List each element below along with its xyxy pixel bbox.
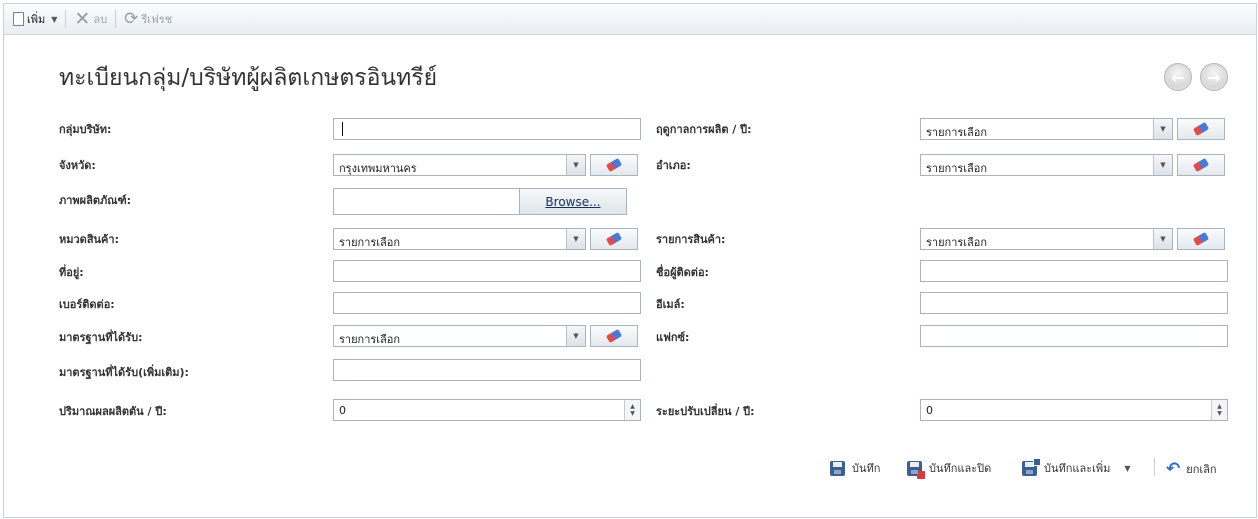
eraser-icon [1192, 158, 1210, 172]
undo-icon: ↶ [1166, 459, 1181, 479]
phone-input[interactable] [333, 292, 641, 314]
group-company-input[interactable] [333, 118, 641, 140]
fax-label: แฟกซ์: [656, 331, 690, 344]
district-clear-button[interactable] [1177, 154, 1225, 176]
chevron-down-icon[interactable]: ▼ [1153, 119, 1172, 139]
conversion-period-label: ระยะปรับเปลี่ยน / ปี: [656, 405, 755, 418]
delete-button[interactable]: ✕ ลบ [71, 7, 110, 31]
chevron-down-icon[interactable]: ▼ [1153, 229, 1172, 249]
action-separator [1154, 458, 1155, 476]
save-and-add-button-label: บันทึกและเพิ่ม [1044, 462, 1111, 475]
standard-value: รายการเลือก [339, 333, 401, 346]
yield-per-year-value: 0 [339, 404, 346, 417]
product-category-label: หมวดสินค้า: [59, 233, 119, 246]
contact-name-input[interactable] [920, 260, 1228, 282]
add-button-label: เพิ่ม [27, 13, 46, 26]
product-category-select[interactable]: รายการเลือก ▼ [333, 228, 586, 250]
refresh-button[interactable]: ⟳ รีเฟรช [121, 7, 175, 31]
delete-button-label: ลบ [93, 13, 108, 26]
address-input[interactable] [333, 260, 641, 282]
product-item-select[interactable]: รายการเลือก ▼ [920, 228, 1173, 250]
yield-per-year-spinner[interactable]: 0 ▲ ▼ [333, 399, 641, 421]
address-label: ที่อยู่: [59, 266, 84, 279]
chevron-down-icon[interactable]: ▼ [1124, 464, 1130, 473]
refresh-icon: ⟳ [124, 8, 139, 29]
arrow-left-icon: ← [1171, 67, 1185, 87]
save-button[interactable]: บันทึก [830, 459, 880, 477]
toolbar: เพิ่ม ▼ ✕ ลบ ⟳ รีเฟรช [4, 4, 1256, 35]
email-label: อีเมล์: [656, 298, 685, 311]
production-season-value: รายการเลือก [926, 126, 988, 139]
chevron-down-icon[interactable]: ▼ [1153, 155, 1172, 175]
save-disk-icon [830, 460, 845, 476]
new-document-icon [13, 12, 24, 26]
district-select[interactable]: รายการเลือก ▼ [920, 154, 1173, 176]
chevron-down-icon[interactable]: ▼ [566, 326, 585, 346]
cancel-button-label: ยกเลิก [1186, 463, 1217, 476]
eraser-icon [1192, 122, 1210, 136]
production-season-label: ฤดูกาลการผลิต / ปี: [656, 123, 752, 136]
save-and-close-button-label: บันทึกและปิด [929, 462, 992, 475]
province-clear-button[interactable] [590, 154, 638, 176]
delete-x-icon: ✕ [74, 7, 91, 30]
spinner-arrows-icon[interactable]: ▲ ▼ [624, 400, 640, 420]
next-record-button[interactable]: → [1200, 63, 1228, 91]
refresh-button-label: รีเฟรช [141, 13, 173, 26]
conversion-period-spinner[interactable]: 0 ▲ ▼ [920, 399, 1228, 421]
province-select[interactable]: กรุงเทพมหานคร ▼ [333, 154, 586, 176]
toolbar-separator [115, 10, 117, 28]
browse-button[interactable]: Browse... [519, 188, 627, 215]
window-frame: เพิ่ม ▼ ✕ ลบ ⟳ รีเฟรช ทะเบียนกลุ่ม/บริษั… [3, 3, 1257, 518]
fax-input[interactable] [920, 325, 1228, 347]
product-category-value: รายการเลือก [339, 236, 401, 249]
previous-record-button[interactable]: ← [1164, 63, 1192, 91]
eraser-icon [605, 232, 623, 246]
yield-per-year-label: ปริมาณผลผลิตตัน / ปี: [59, 405, 167, 418]
standard-select[interactable]: รายการเลือก ▼ [333, 325, 586, 347]
product-item-value: รายการเลือก [926, 236, 988, 249]
standard-extra-input[interactable] [333, 359, 641, 381]
standard-clear-button[interactable] [590, 325, 638, 347]
email-input[interactable] [920, 292, 1228, 314]
production-season-select[interactable]: รายการเลือก ▼ [920, 118, 1173, 140]
chevron-down-icon[interactable]: ▼ [51, 15, 57, 24]
page-title: ทะเบียนกลุ่ม/บริษัทผู้ผลิตเกษตรอินทรีย์ [59, 65, 438, 91]
eraser-icon [605, 158, 623, 172]
product-item-label: รายการสินค้า: [656, 233, 726, 246]
eraser-icon [605, 329, 623, 343]
save-close-icon [907, 460, 925, 479]
group-company-label: กลุ่มบริษัท: [59, 123, 112, 136]
standard-extra-label: มาตรฐานที่ได้รับ(เพิ่มเติม): [59, 366, 189, 379]
spinner-arrows-icon[interactable]: ▲ ▼ [1211, 400, 1227, 420]
product-image-file-input[interactable] [333, 188, 520, 215]
toolbar-separator [65, 10, 67, 28]
arrow-right-icon: → [1207, 67, 1221, 87]
standard-label: มาตรฐานที่ได้รับ: [59, 331, 143, 344]
save-button-label: บันทึก [852, 462, 881, 475]
save-and-add-button[interactable]: บันทึกและเพิ่ม ▼ [1022, 457, 1131, 477]
product-category-clear-button[interactable] [590, 228, 638, 250]
production-season-clear-button[interactable] [1177, 118, 1225, 140]
district-label: อำเภอ: [656, 159, 691, 172]
conversion-period-value: 0 [926, 404, 933, 417]
cancel-button[interactable]: ↶ ยกเลิก [1166, 459, 1217, 479]
phone-label: เบอร์ติดต่อ: [59, 298, 115, 311]
product-image-label: ภาพผลิตภัณฑ์: [59, 194, 131, 207]
add-button[interactable]: เพิ่ม ▼ [10, 7, 60, 31]
chevron-down-icon[interactable]: ▼ [566, 229, 585, 249]
save-add-icon [1022, 457, 1041, 476]
chevron-down-icon[interactable]: ▼ [566, 155, 585, 175]
product-item-clear-button[interactable] [1177, 228, 1225, 250]
province-value: กรุงเทพมหานคร [339, 162, 417, 175]
province-label: จังหวัด: [59, 159, 96, 172]
district-value: รายการเลือก [926, 162, 988, 175]
eraser-icon [1192, 232, 1210, 246]
contact-name-label: ชื่อผู้ติดต่อ: [656, 266, 709, 279]
save-and-close-button[interactable]: บันทึกและปิด [907, 459, 992, 479]
